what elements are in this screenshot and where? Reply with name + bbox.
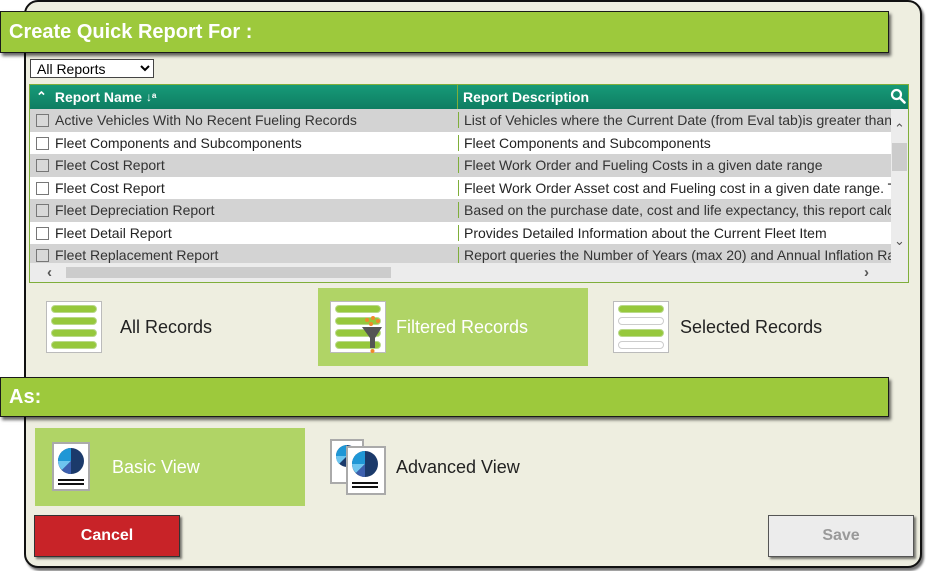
basic-view-label: Basic View bbox=[112, 456, 200, 477]
as-header: As: bbox=[0, 377, 889, 417]
basic-view-option[interactable]: Basic View bbox=[35, 428, 305, 506]
all-records-icon bbox=[46, 301, 102, 353]
as-title: As: bbox=[9, 385, 42, 408]
vertical-scrollbar[interactable]: ⌃ ⌄ bbox=[891, 109, 908, 263]
scroll-up-icon[interactable]: ⌃ bbox=[891, 121, 908, 137]
search-icon[interactable] bbox=[890, 88, 906, 104]
report-name-cell: Fleet Cost Report bbox=[55, 157, 165, 174]
column-header-report-name[interactable]: ⌃ Report Name ↓ᵃ bbox=[30, 85, 458, 109]
all-records-label: All Records bbox=[120, 316, 213, 337]
create-quick-report-title: Create Quick Report For : bbox=[9, 20, 253, 43]
save-button[interactable]: Save bbox=[768, 515, 914, 557]
table-row[interactable]: Fleet Components and Subcomponents Fleet… bbox=[30, 131, 891, 154]
row-checkbox[interactable] bbox=[36, 136, 49, 150]
horizontal-scrollbar[interactable]: ‹ › bbox=[30, 263, 908, 282]
report-description-cell: List of Vehicles where the Current Date … bbox=[458, 112, 891, 129]
filtered-records-option[interactable]: Filtered Records bbox=[318, 288, 588, 366]
column-header-label: Report Name bbox=[54, 89, 143, 105]
row-checkbox[interactable] bbox=[36, 226, 49, 240]
row-checkbox[interactable] bbox=[36, 114, 49, 127]
filtered-records-label: Filtered Records bbox=[396, 316, 529, 337]
create-quick-report-header: Create Quick Report For : bbox=[0, 11, 889, 53]
column-header-report-description[interactable]: Report Description bbox=[458, 85, 908, 109]
scroll-down-icon[interactable]: ⌄ bbox=[891, 233, 908, 249]
horizontal-scroll-thumb[interactable] bbox=[66, 267, 391, 278]
vertical-scroll-thumb[interactable] bbox=[892, 143, 907, 171]
selected-records-option[interactable]: Selected Records bbox=[605, 288, 875, 366]
funnel-icon bbox=[362, 316, 382, 353]
report-name-cell: Fleet Components and Subcomponents bbox=[55, 134, 302, 151]
report-description-cell: Fleet Work Order and Fueling Costs in a … bbox=[458, 157, 891, 174]
report-name-cell: Active Vehicles With No Recent Fueling R… bbox=[55, 112, 357, 129]
basic-view-report-icon bbox=[52, 442, 90, 491]
collapse-caret-icon[interactable]: ⌃ bbox=[36, 89, 47, 105]
selected-records-label: Selected Records bbox=[680, 316, 823, 337]
report-name-cell: Fleet Cost Report bbox=[55, 179, 165, 196]
report-description-cell: Provides Detailed Information about the … bbox=[458, 224, 891, 241]
row-checkbox[interactable] bbox=[36, 181, 49, 195]
grid-header: ⌃ Report Name ↓ᵃ Report Description bbox=[30, 85, 908, 109]
report-category-select[interactable]: All Reports bbox=[30, 59, 154, 78]
report-description-cell: Fleet Work Order Asset cost and Fueling … bbox=[458, 179, 891, 196]
column-header-label: Report Description bbox=[463, 89, 590, 105]
row-checkbox[interactable] bbox=[36, 249, 49, 262]
table-row[interactable]: Active Vehicles With No Recent Fueling R… bbox=[30, 109, 891, 132]
scroll-right-icon[interactable]: › bbox=[864, 264, 869, 281]
report-description-cell: Fleet Components and Subcomponents bbox=[458, 134, 891, 151]
selected-records-icon bbox=[613, 301, 669, 353]
report-name-cell: Fleet Replacement Report bbox=[55, 247, 219, 263]
table-row[interactable]: Fleet Cost Report Fleet Work Order Asset… bbox=[30, 176, 891, 199]
table-row[interactable]: Fleet Cost Report Fleet Work Order and F… bbox=[30, 154, 891, 177]
scroll-left-icon[interactable]: ‹ bbox=[47, 264, 52, 281]
grid-rows: Active Vehicles With No Recent Fueling R… bbox=[30, 109, 891, 263]
row-checkbox[interactable] bbox=[36, 204, 49, 217]
advanced-view-option[interactable]: Advanced View bbox=[325, 428, 585, 506]
report-name-cell: Fleet Detail Report bbox=[55, 224, 172, 241]
report-description-cell: Report queries the Number of Years (max … bbox=[458, 247, 891, 263]
reports-grid: ⌃ Report Name ↓ᵃ Report Description Acti… bbox=[29, 84, 909, 283]
row-checkbox[interactable] bbox=[36, 159, 49, 172]
advanced-view-label: Advanced View bbox=[396, 456, 520, 477]
table-row[interactable]: Fleet Depreciation Report Based on the p… bbox=[30, 199, 891, 222]
report-name-cell: Fleet Depreciation Report bbox=[55, 202, 215, 219]
advanced-view-report-icon bbox=[330, 439, 386, 495]
sort-az-icon[interactable]: ↓ᵃ bbox=[146, 90, 157, 104]
table-row[interactable]: Fleet Replacement Report Report queries … bbox=[30, 244, 891, 263]
cancel-button[interactable]: Cancel bbox=[34, 515, 180, 557]
filtered-records-icon bbox=[330, 301, 386, 353]
all-records-option[interactable]: All Records bbox=[38, 288, 298, 366]
table-row[interactable]: Fleet Detail Report Provides Detailed In… bbox=[30, 221, 891, 244]
report-description-cell: Based on the purchase date, cost and lif… bbox=[458, 202, 891, 219]
